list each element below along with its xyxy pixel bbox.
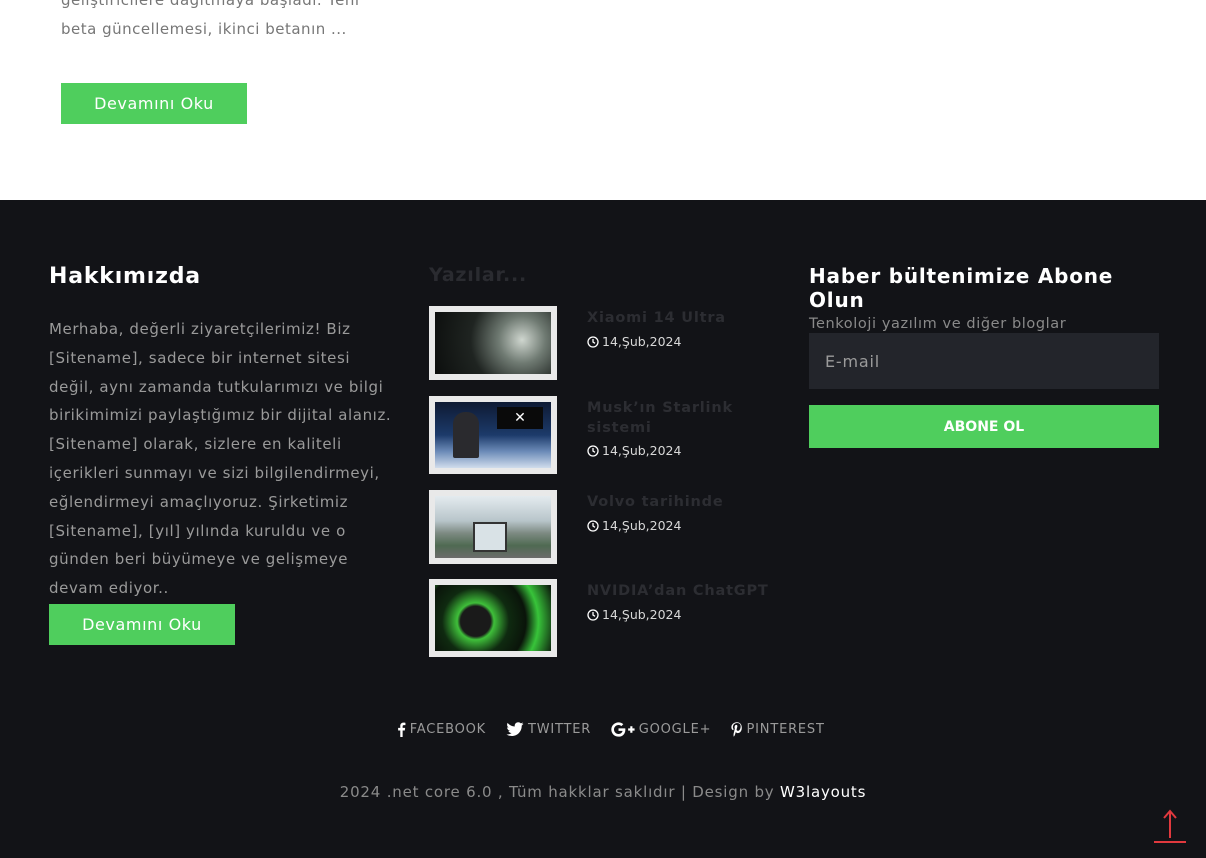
facebook-icon (398, 722, 406, 737)
about-text: Merhaba, değerli ziyaretçilerimiz! Biz [… (49, 320, 392, 598)
google-plus-icon (611, 722, 635, 737)
facebook-link[interactable]: FACEBOOK (397, 722, 486, 737)
post-title[interactable]: Musk’ın Starlink sistemi (587, 398, 777, 438)
post-item[interactable]: NVIDIA’dan ChatGPT 14,Şub,2024 (429, 579, 779, 659)
post-title[interactable]: Xiaomi 14 Ultra (587, 308, 777, 328)
pinterest-label: PINTEREST (746, 722, 825, 737)
post-date-text: 14,Şub,2024 (602, 607, 682, 622)
subscribe-button[interactable]: ABONE OL (809, 405, 1159, 448)
pinterest-icon (731, 722, 743, 737)
post-thumbnail[interactable]: ✕ (429, 396, 557, 474)
copyright: 2024 .net core 6.0 , Tüm hakklar saklıdı… (0, 783, 1206, 801)
post-date: 14,Şub,2024 (587, 443, 681, 458)
top-section: geliştiricilere dağıtmaya başladı. Yeni … (0, 0, 1206, 200)
copyright-text: 2024 .net core 6.0 , Tüm hakklar saklıdı… (339, 783, 775, 801)
email-input[interactable] (809, 333, 1159, 389)
post-date-text: 14,Şub,2024 (602, 518, 682, 533)
footer: Hakkımızda Merhaba, değerli ziyaretçiler… (0, 200, 1206, 858)
volvo-bus-image (435, 496, 551, 558)
post-thumbnail[interactable] (429, 306, 557, 380)
w3layouts-link[interactable]: W3layouts (780, 783, 866, 801)
post-title[interactable]: Volvo tarihinde (587, 492, 777, 512)
about-column: Hakkımızda Merhaba, değerli ziyaretçiler… (49, 264, 399, 645)
post-date: 14,Şub,2024 (587, 518, 681, 533)
google-plus-link[interactable]: GOOGLE+ (611, 722, 711, 737)
post-thumbnail[interactable] (429, 490, 557, 564)
clock-icon (587, 444, 599, 457)
facebook-label: FACEBOOK (409, 722, 487, 737)
post-title[interactable]: NVIDIA’dan ChatGPT (587, 581, 777, 601)
pinterest-link[interactable]: PINTEREST (731, 722, 824, 737)
about-title: Hakkımızda (49, 264, 201, 289)
about-read-more-button[interactable]: Devamını Oku (49, 604, 235, 645)
twitter-icon (506, 722, 524, 736)
gpu-image (435, 585, 551, 651)
social-links: FACEBOOK TWITTER GOOGLE+ PINTEREST (0, 722, 1206, 737)
posts-title: Yazılar... (429, 264, 528, 286)
phone-image (435, 312, 551, 374)
newsletter-subtitle: Tenkoloji yazılım ve diğer bloglar (809, 316, 1067, 332)
post-item[interactable]: Volvo tarihinde 14,Şub,2024 (429, 490, 779, 570)
post-item[interactable]: Xiaomi 14 Ultra 14,Şub,2024 (429, 306, 779, 386)
post-item[interactable]: ✕ Musk’ın Starlink sistemi 14,Şub,2024 (429, 396, 779, 476)
read-more-button[interactable]: Devamını Oku (61, 83, 247, 124)
clock-icon (587, 608, 599, 621)
post-thumbnail[interactable] (429, 579, 557, 657)
clock-icon (587, 519, 599, 532)
twitter-label: TWITTER (528, 722, 592, 737)
article-excerpt: geliştiricilere dağıtmaya başladı. Yeni … (61, 0, 360, 38)
post-date-text: 14,Şub,2024 (602, 443, 682, 458)
post-date: 14,Şub,2024 (587, 607, 681, 622)
posts-column: Yazılar... Xiaomi 14 Ultra 14,Şub,2024 ✕… (429, 264, 779, 657)
post-date-text: 14,Şub,2024 (602, 334, 682, 349)
newsletter-title: Haber bültenimize Abone Olun (809, 264, 1114, 312)
starlink-image: ✕ (435, 402, 551, 468)
google-plus-label: GOOGLE+ (638, 722, 712, 737)
scroll-to-top-icon[interactable] (1153, 808, 1187, 846)
newsletter-column: Haber bültenimize Abone Olun Tenkoloji y… (809, 264, 1159, 448)
twitter-link[interactable]: TWITTER (506, 722, 591, 737)
post-date: 14,Şub,2024 (587, 334, 681, 349)
clock-icon (587, 335, 599, 348)
